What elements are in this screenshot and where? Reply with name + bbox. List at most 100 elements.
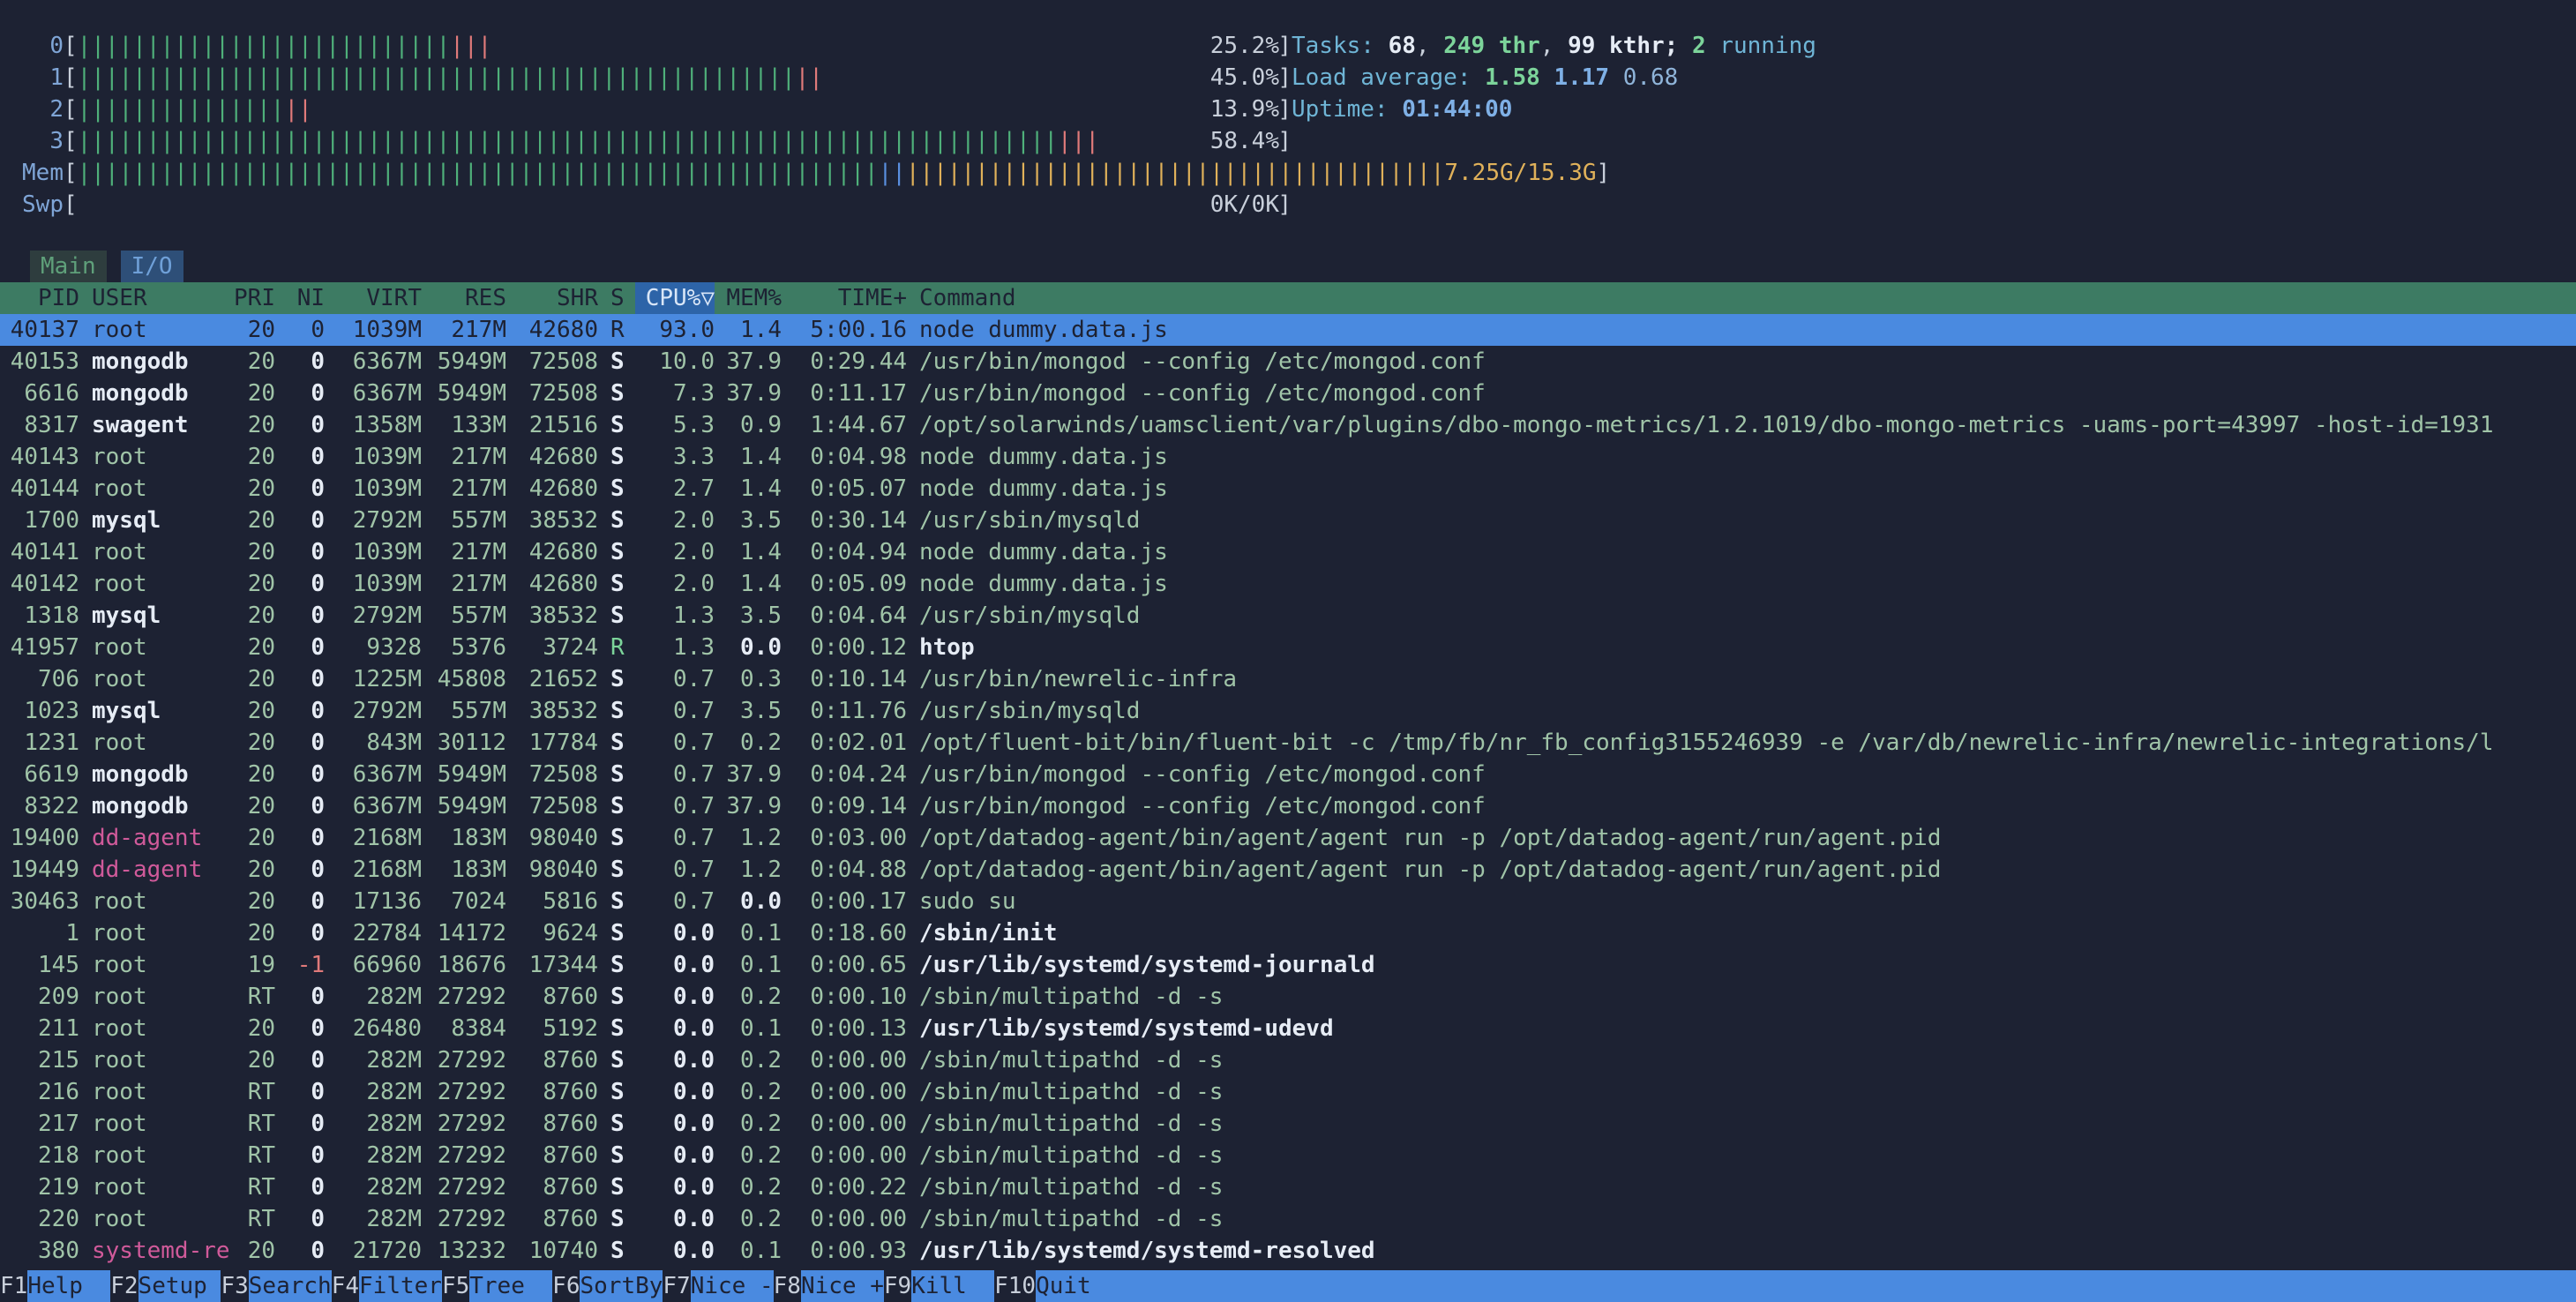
table-row[interactable]: 19400 dd-agent 20 0 2168M 183M 98040 S 0.7 1.2 0:0…: [0, 822, 2576, 854]
fkey-f9[interactable]: F9: [883, 1270, 912, 1302]
cell-pri: 20: [247, 412, 275, 438]
cpu-meter-value: 13.9%: [1209, 96, 1279, 123]
col-shr[interactable]: SHR: [506, 282, 598, 314]
cell-ni: 0: [311, 634, 325, 661]
table-row[interactable]: 220 root RT 0 282M 27292 8760 S 0.0 0.2 0:00.00/sb…: [0, 1203, 2576, 1235]
cell-ni: 0: [311, 602, 325, 629]
table-row[interactable]: 1023 mysql 20 0 2792M 557M 38532 S 0.7 3.5 0:11.76…: [0, 695, 2576, 727]
col-user[interactable]: USER: [79, 282, 233, 314]
cell-cpu: 0.7: [673, 857, 715, 883]
tab-io[interactable]: I/O: [120, 251, 183, 282]
fkey-label[interactable]: Kill: [911, 1270, 995, 1302]
cell-pid: 216: [38, 1079, 79, 1105]
fkey-label[interactable]: Quit: [1036, 1270, 1091, 1302]
tab-main[interactable]: Main: [30, 251, 107, 282]
table-row[interactable]: 215 root 20 0 282M 27292 8760 S 0.0 0.2 0:00.00/sb…: [0, 1044, 2576, 1076]
cell-state: S: [610, 602, 625, 629]
table-row[interactable]: 211 root 20 0 26480 8384 5192 S 0.0 0.1 0:00.13/us…: [0, 1013, 2576, 1044]
table-row[interactable]: 706 root 20 0 1225M 45808 21652 S 0.7 0.3 0:10.14 /…: [0, 663, 2576, 695]
swap-meter: Swp[0K/0K]: [0, 189, 1292, 221]
cell-shr: 98040: [528, 825, 598, 851]
cell-pid: 40153: [10, 348, 79, 375]
table-row[interactable]: 1231 root 20 0 843M 30112 17784 S 0.7 0.2 0:02.01 /…: [0, 727, 2576, 759]
cell-shr: 8760: [543, 984, 598, 1010]
col-res[interactable]: RES: [422, 282, 506, 314]
table-row[interactable]: 41957 root 20 0 9328 5376 3724 R 1.3 0.0 0:00.12 ht…: [0, 632, 2576, 663]
fkey-f1[interactable]: F1: [0, 1270, 28, 1302]
col-state[interactable]: S: [598, 282, 635, 314]
cell-state: S: [610, 857, 625, 883]
table-row[interactable]: 145 root 19 -1 66960 18676 17344 S 0.0 0.1 0:00.65…: [0, 949, 2576, 981]
fkey-f10[interactable]: F10: [994, 1270, 1037, 1302]
cell-user: dd-agent: [92, 825, 203, 851]
cell-virt: 2792M: [352, 698, 422, 724]
table-row[interactable]: 1318 mysql 20 0 2792M 557M 38532 S 1.3 3.5 0:04.64…: [0, 600, 2576, 632]
cell-virt: 282M: [366, 1206, 422, 1232]
cell-cpu: 0.7: [673, 761, 715, 788]
cell-mem: 1.4: [740, 317, 782, 343]
table-row[interactable]: 1 root 20 0 22784 14172 9624 S 0.0 0.1 0:18.60/sbi…: [0, 917, 2576, 949]
col-ni[interactable]: NI: [275, 282, 325, 314]
fkey-label[interactable]: Tree: [469, 1270, 553, 1302]
table-row[interactable]: 6616 mongodb 20 0 6367M 5949M 72508 S 7.3 37.9 0:1…: [0, 378, 2576, 409]
cell-time: 5:00.16: [810, 317, 907, 343]
fkey-f8[interactable]: F8: [773, 1270, 801, 1302]
cell-user: root: [92, 1015, 147, 1042]
fkey-label[interactable]: Setup: [138, 1270, 221, 1302]
cell-pri: 20: [247, 444, 275, 470]
cell-cpu: 0.7: [673, 698, 715, 724]
fkey-label[interactable]: Nice -: [690, 1270, 774, 1302]
col-time[interactable]: TIME+: [782, 282, 907, 314]
cell-time: 0:00.93: [810, 1238, 907, 1264]
table-row-selected[interactable]: 40137 root 20 0 1039M 217M 42680 R 93.0 1.4 5:00.1…: [0, 314, 2576, 346]
table-row[interactable]: 40143 root 20 0 1039M 217M 42680 S 3.3 1.4 0:04.98…: [0, 441, 2576, 473]
table-row[interactable]: 8322 mongodb 20 0 6367M 5949M 72508 S 0.7 37.9 0:0…: [0, 790, 2576, 822]
table-row[interactable]: 19449 dd-agent 20 0 2168M 183M 98040 S 0.7 1.2 0:0…: [0, 854, 2576, 886]
fkey-f7[interactable]: F7: [663, 1270, 691, 1302]
cell-mem: 0.2: [740, 1047, 782, 1074]
col-pri[interactable]: PRI: [233, 282, 275, 314]
cell-res: 7024: [451, 888, 506, 915]
col-pid[interactable]: PID: [0, 282, 79, 314]
table-row[interactable]: 380 systemd-re 20 0 21720 13232 10740 S 0.0 0.1 0:…: [0, 1235, 2576, 1267]
table-row[interactable]: 209 root RT 0 282M 27292 8760 S 0.0 0.2 0:00.10/sb…: [0, 981, 2576, 1013]
table-row[interactable]: 40144 root 20 0 1039M 217M 42680 S 2.7 1.4 0:05.07…: [0, 473, 2576, 505]
cell-cmd: /opt/solarwinds/uamsclient/var/plugins/d…: [919, 412, 2494, 438]
fkey-f2[interactable]: F2: [110, 1270, 139, 1302]
fkey-label[interactable]: Nice +: [800, 1270, 884, 1302]
table-row[interactable]: 8317 swagent 20 0 1358M 133M 21516 S 5.3 0.9 1:44.…: [0, 409, 2576, 441]
cell-pid: 40144: [10, 475, 79, 502]
col-mem[interactable]: MEM%: [715, 282, 782, 314]
cell-virt: 1225M: [352, 666, 422, 692]
cell-res: 5949M: [437, 348, 506, 375]
col-virt[interactable]: VIRT: [325, 282, 422, 314]
cell-res: 217M: [451, 539, 506, 565]
table-row[interactable]: 218 root RT 0 282M 27292 8760 S 0.0 0.2 0:00.00/sb…: [0, 1140, 2576, 1171]
table-row[interactable]: 30463 root 20 0 17136 7024 5816 S 0.7 0.0 0:00.17 s…: [0, 886, 2576, 917]
fkey-f5[interactable]: F5: [441, 1270, 470, 1302]
table-row[interactable]: 219 root RT 0 282M 27292 8760 S 0.0 0.2 0:00.22/sb…: [0, 1171, 2576, 1203]
cell-cpu: 0.0: [673, 1238, 715, 1264]
table-row[interactable]: 216 root RT 0 282M 27292 8760 S 0.0 0.2 0:00.00/sb…: [0, 1076, 2576, 1108]
fkey-label[interactable]: Filter: [359, 1270, 442, 1302]
fkey-label[interactable]: SortBy: [580, 1270, 663, 1302]
col-command[interactable]: Command: [907, 282, 1016, 314]
cell-time: 0:04.98: [810, 444, 907, 470]
table-row[interactable]: 40141 root 20 0 1039M 217M 42680 S 2.0 1.4 0:04.94…: [0, 536, 2576, 568]
fkey-f4[interactable]: F4: [331, 1270, 360, 1302]
table-row[interactable]: 40142 root 20 0 1039M 217M 42680 S 2.0 1.4 0:05.09…: [0, 568, 2576, 600]
fkey-label[interactable]: Search: [248, 1270, 332, 1302]
cell-ni: -1: [296, 952, 325, 978]
cell-shr: 10740: [528, 1238, 598, 1264]
cell-virt: 1039M: [352, 444, 422, 470]
cell-pri: RT: [247, 1174, 275, 1201]
fkey-f6[interactable]: F6: [552, 1270, 580, 1302]
fkey-label[interactable]: Help: [27, 1270, 111, 1302]
col-cpu-sorted[interactable]: CPU%▽: [635, 282, 715, 314]
cell-pri: RT: [247, 1111, 275, 1137]
fkey-f3[interactable]: F3: [221, 1270, 249, 1302]
table-row[interactable]: 1700 mysql 20 0 2792M 557M 38532 S 2.0 3.5 0:30.14…: [0, 505, 2576, 536]
table-row[interactable]: 40153 mongodb 20 0 6367M 5949M 72508 S 10.0 37.9 0…: [0, 346, 2576, 378]
table-row[interactable]: 6619 mongodb 20 0 6367M 5949M 72508 S 0.7 37.9 0:0…: [0, 759, 2576, 790]
table-row[interactable]: 217 root RT 0 282M 27292 8760 S 0.0 0.2 0:00.00/sb…: [0, 1108, 2576, 1140]
